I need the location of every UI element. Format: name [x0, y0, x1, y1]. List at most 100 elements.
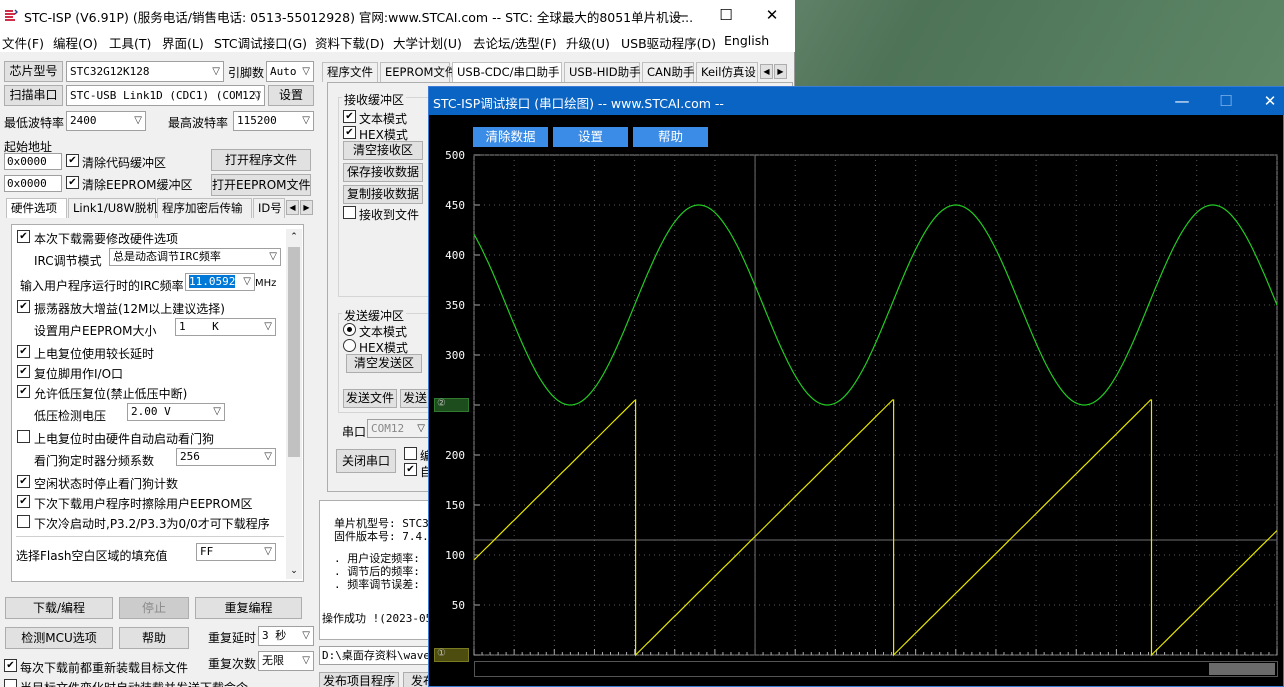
- save-recv-button[interactable]: 保存接收数据: [343, 163, 423, 182]
- maximize-button[interactable]: ☐: [703, 0, 749, 30]
- pins-select[interactable]: Auto ▽: [266, 61, 314, 82]
- cold-start-checkbox[interactable]: [17, 515, 30, 528]
- erase-eeprom-checkbox[interactable]: ✔: [17, 495, 30, 508]
- menu-debug[interactable]: STC调试接口(G): [214, 33, 307, 52]
- menu-download[interactable]: 资料下载(D): [315, 33, 384, 52]
- close-button[interactable]: ✕: [749, 0, 795, 30]
- vertical-scrollbar[interactable]: ⌃ ⌄: [286, 229, 302, 579]
- tab-usb-cdc-serial[interactable]: USB-CDC/串口助手: [452, 62, 562, 82]
- tab-scroll-left-icon[interactable]: ◀: [286, 200, 299, 215]
- auto-watchdog-checkbox[interactable]: [17, 430, 30, 443]
- osc-gain-label: 振荡器放大增益(12M以上建议选择): [34, 302, 225, 316]
- minimize-button[interactable]: —: [658, 0, 704, 30]
- tab-scroll-left-icon[interactable]: ◀: [760, 64, 773, 79]
- irc-frequency-combo[interactable]: 11.0592 ▽: [185, 273, 255, 291]
- code-address-input[interactable]: 0x0000: [4, 153, 62, 170]
- tab-keil-sim[interactable]: Keil仿真设: [696, 62, 758, 82]
- scrollbar-thumb[interactable]: [1209, 663, 1275, 675]
- output-path-input[interactable]: D:\桌面存资料\wave: [319, 646, 439, 665]
- port-settings-button[interactable]: 设置: [268, 85, 314, 106]
- clear-eeprom-checkbox[interactable]: ✔: [66, 176, 79, 189]
- help-button[interactable]: 帮助: [119, 627, 189, 649]
- copy-recv-button[interactable]: 复制接收数据: [343, 185, 423, 204]
- channel-1-marker[interactable]: ①: [434, 648, 469, 662]
- clear-code-checkbox[interactable]: ✔: [66, 154, 79, 167]
- flash-fill-select[interactable]: FF ▽: [196, 543, 276, 561]
- close-port-button[interactable]: 关闭串口: [336, 449, 396, 473]
- send-file-button[interactable]: 发送文件: [343, 389, 397, 408]
- tab-scroll-right-icon[interactable]: ▶: [300, 200, 313, 215]
- port-select[interactable]: STC-USB Link1D (CDC1) (COM12) ▽: [66, 85, 265, 106]
- y-tick-label: 450: [445, 199, 465, 212]
- low-voltage-reset-checkbox[interactable]: ✔: [17, 385, 30, 398]
- repeat-count-select[interactable]: 无限 ▽: [258, 651, 314, 671]
- menu-university[interactable]: 大学计划(U): [393, 33, 462, 52]
- stop-button[interactable]: 停止: [119, 597, 189, 619]
- menu-tools[interactable]: 工具(T): [109, 33, 151, 52]
- irc-mode-select[interactable]: 总是动态调节IRC频率 ▽: [109, 248, 281, 266]
- tab-link1-offline[interactable]: Link1/U8W脱机: [68, 198, 158, 218]
- scroll-down-icon[interactable]: ⌄: [286, 563, 302, 579]
- menu-interface[interactable]: 界面(L): [162, 33, 204, 52]
- menu-english[interactable]: English: [724, 33, 769, 48]
- por-delay-checkbox[interactable]: ✔: [17, 345, 30, 358]
- max-baud-select[interactable]: 115200 ▽: [233, 111, 314, 131]
- osc-gain-checkbox[interactable]: ✔: [17, 300, 30, 313]
- tab-can[interactable]: CAN助手: [642, 62, 695, 82]
- y-tick-label: 100: [445, 549, 465, 562]
- idle-stop-watchdog-checkbox[interactable]: ✔: [17, 475, 30, 488]
- tab-encrypted-transfer[interactable]: 程序加密后传输: [157, 198, 252, 218]
- horizontal-scrollbar[interactable]: [474, 661, 1278, 677]
- recv-hex-mode-checkbox[interactable]: ✔: [343, 126, 356, 139]
- recv-to-file-checkbox[interactable]: [343, 206, 356, 219]
- check-mcu-button[interactable]: 检测MCU选项: [5, 627, 113, 649]
- open-program-file-button[interactable]: 打开程序文件: [211, 149, 311, 171]
- chip-model-select[interactable]: STC32G12K128 ▽: [66, 61, 224, 82]
- clear-send-button[interactable]: 清空发送区: [346, 354, 422, 373]
- low-voltage-threshold-select[interactable]: 2.00 V ▽: [127, 403, 225, 421]
- open-eeprom-file-button[interactable]: 打开EEPROM文件: [211, 174, 311, 196]
- option-b-checkbox[interactable]: ✔: [404, 463, 417, 476]
- eeprom-size-label: 设置用户EEPROM大小: [34, 324, 157, 338]
- option-a-checkbox[interactable]: [404, 447, 417, 460]
- chip-model-button[interactable]: 芯片型号: [4, 61, 63, 82]
- download-program-button[interactable]: 下载/编程: [5, 597, 113, 619]
- send-hex-mode-radio[interactable]: [343, 339, 356, 352]
- scan-port-button[interactable]: 扫描串口: [4, 85, 63, 106]
- scrollbar-thumb[interactable]: [288, 247, 300, 457]
- channel-2-marker[interactable]: ②: [434, 398, 469, 412]
- tab-eeprom-file[interactable]: EEPROM文件: [380, 62, 456, 82]
- clear-recv-button[interactable]: 清空接收区: [343, 141, 423, 160]
- eeprom-size-select[interactable]: 1 K ▽: [175, 318, 276, 336]
- menu-usb-driver[interactable]: USB驱动程序(D): [621, 33, 716, 52]
- chevron-down-icon: ▽: [212, 66, 220, 77]
- min-baud-select[interactable]: 2400 ▽: [66, 111, 146, 131]
- erase-eeprom-label: 下次下载用户程序时擦除用户EEPROM区: [34, 497, 253, 511]
- recv-text-mode-checkbox[interactable]: ✔: [343, 110, 356, 123]
- port-select-disabled[interactable]: COM12 ▽: [367, 419, 429, 438]
- tab-scroll-right-icon[interactable]: ▶: [774, 64, 787, 79]
- menu-forum[interactable]: 去论坛/选型(F): [473, 33, 557, 52]
- reset-pin-io-checkbox[interactable]: ✔: [17, 365, 30, 378]
- publish-project-button[interactable]: 发布项目程序: [319, 672, 399, 687]
- menu-upgrade[interactable]: 升级(U): [566, 33, 610, 52]
- auto-reload-checkbox[interactable]: [4, 679, 17, 687]
- eeprom-address-input[interactable]: 0x0000: [4, 175, 62, 192]
- tab-id[interactable]: ID号: [253, 198, 285, 218]
- scroll-up-icon[interactable]: ⌃: [286, 229, 302, 245]
- tab-usb-hid[interactable]: USB-HID助手: [564, 62, 641, 82]
- tab-program-file[interactable]: 程序文件: [322, 62, 378, 82]
- chevron-down-icon: ▽: [302, 66, 310, 77]
- send-buffer-label: 发送缓冲区: [342, 307, 407, 324]
- repeat-program-button[interactable]: 重复编程: [195, 597, 302, 619]
- chevron-down-icon: ▽: [253, 90, 261, 101]
- reload-before-download-checkbox[interactable]: ✔: [4, 659, 17, 672]
- repeat-delay-select[interactable]: 3 秒 ▽: [258, 626, 314, 646]
- watchdog-divider-select[interactable]: 256 ▽: [176, 448, 276, 466]
- tab-hardware-options[interactable]: 硬件选项: [6, 198, 67, 218]
- menu-program[interactable]: 编程(O): [53, 33, 98, 52]
- modify-hw-checkbox[interactable]: ✔: [17, 230, 30, 243]
- low-voltage-threshold-label: 低压检测电压: [34, 409, 107, 423]
- send-text-mode-radio[interactable]: [343, 323, 356, 336]
- menu-file[interactable]: 文件(F): [2, 33, 44, 52]
